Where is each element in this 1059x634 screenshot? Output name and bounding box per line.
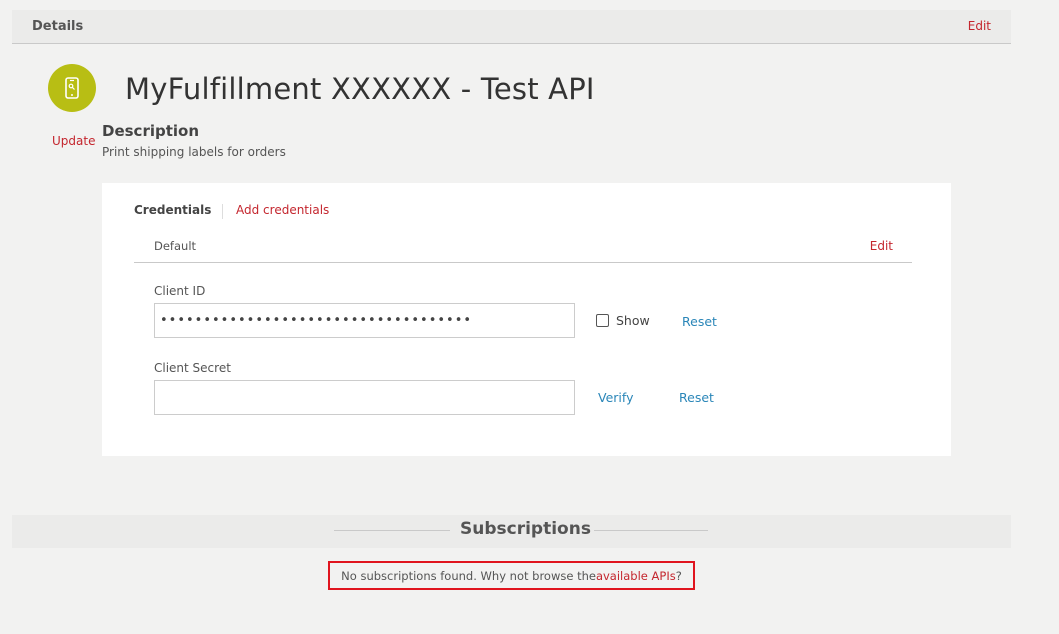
mobile-key-icon [48, 64, 96, 112]
notice-text: No subscriptions found. Why not browse t… [341, 568, 596, 583]
show-checkbox[interactable] [596, 314, 609, 327]
subscriptions-rule-left [334, 530, 450, 531]
update-icon-link[interactable]: Update [52, 134, 95, 148]
client-secret-reset-link[interactable]: Reset [679, 390, 714, 405]
api-details-page: Details Edit Update MyFulfillment XXXXXX… [0, 0, 1059, 634]
tab-divider [222, 204, 223, 219]
client-secret-field[interactable] [154, 380, 575, 415]
client-secret-label: Client Secret [154, 361, 231, 375]
subscriptions-header: Subscriptions [12, 515, 1011, 548]
credential-divider [134, 262, 912, 263]
page-title: MyFulfillment XXXXXX - Test API [125, 72, 595, 106]
description-text: Print shipping labels for orders [102, 145, 286, 159]
show-client-id-toggle[interactable]: Show [596, 313, 650, 328]
client-id-field[interactable]: •••••••••••••••••••••••••••••••••••• [154, 303, 575, 338]
details-header: Details Edit [12, 10, 1011, 44]
notice-suffix: ? [675, 568, 682, 583]
show-label: Show [616, 313, 650, 328]
available-apis-link[interactable]: available APIs [596, 569, 676, 583]
client-id-label: Client ID [154, 284, 206, 298]
add-credentials-link[interactable]: Add credentials [236, 203, 329, 217]
subscriptions-title: Subscriptions [460, 519, 591, 539]
details-title: Details [32, 19, 84, 34]
credential-set-name: Default [154, 239, 197, 253]
description-heading: Description [102, 122, 200, 140]
subscriptions-rule-right [594, 530, 708, 531]
tab-credentials[interactable]: Credentials [134, 203, 211, 217]
details-edit-link[interactable]: Edit [968, 19, 991, 33]
verify-link[interactable]: Verify [598, 390, 633, 405]
credentials-card: Credentials Add credentials Default Edit… [102, 183, 951, 456]
client-id-reset-link[interactable]: Reset [682, 314, 717, 329]
credential-edit-link[interactable]: Edit [870, 239, 893, 253]
no-subscriptions-notice: No subscriptions found. Why not browse t… [328, 561, 695, 590]
